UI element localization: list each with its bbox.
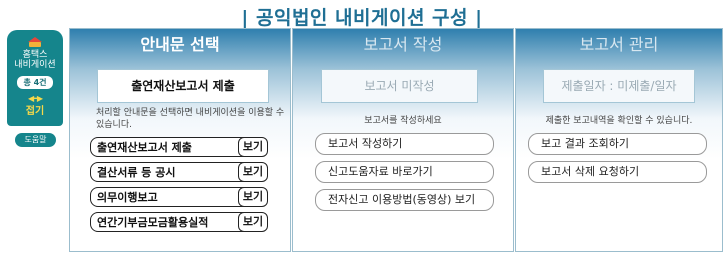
view-button[interactable]: 보기: [238, 162, 268, 182]
hometax-logo-icon: [28, 37, 42, 47]
panel-header: 안내문 선택: [140, 35, 220, 54]
report-status: 보고서 미작성: [321, 69, 478, 103]
write-report-button[interactable]: 보고서 작성하기: [315, 133, 494, 155]
submission-date: 제출일자 : 미제출/일자: [543, 69, 695, 103]
report-manage-links: 보고 결과 조회하기 보고서 삭제 요청하기: [528, 133, 707, 189]
view-button[interactable]: 보기: [238, 137, 268, 157]
filing-help-link[interactable]: 신고도움자료 바로가기: [315, 161, 494, 183]
panel-description: 처리할 안내문을 선택하면 내비게이션을 이용할 수 있습니다.: [96, 108, 285, 130]
list-item[interactable]: 출연재산보고서 제출 보기: [90, 137, 268, 157]
view-button[interactable]: 보기: [238, 187, 268, 207]
notice-list: 출연재산보고서 제출 보기 결산서류 등 공시 보기 의무이행보고 보기 연간기…: [90, 137, 268, 237]
navigation-widget[interactable]: 홈택스 내비게이션 총 4건 ◀━▶ 접기: [7, 30, 63, 126]
panel-header: 보고서 작성: [363, 35, 443, 54]
panel-description: 보고서를 작성하세요: [364, 116, 442, 126]
list-item[interactable]: 의무이행보고 보기: [90, 187, 268, 207]
report-write-links: 보고서 작성하기 신고도움자료 바로가기 전자신고 이용방법(동영상) 보기: [315, 133, 494, 217]
page-title: | 공익법인 내비게이션 구성 |: [241, 7, 483, 29]
selected-notice[interactable]: 출연재산보고서 제출: [97, 69, 269, 103]
panel-description: 제출한 보고내역을 확인할 수 있습니다.: [545, 116, 693, 126]
view-result-button[interactable]: 보고 결과 조회하기: [528, 133, 707, 155]
nav-title: 홈택스 내비게이션: [14, 50, 56, 70]
video-guide-link[interactable]: 전자신고 이용방법(동영상) 보기: [315, 189, 494, 211]
delete-request-button[interactable]: 보고서 삭제 요청하기: [528, 161, 707, 183]
view-button[interactable]: 보기: [238, 212, 268, 232]
panel-notice-select: 안내문 선택 출연재산보고서 제출 처리할 안내문을 선택하면 내비게이션을 이…: [69, 28, 291, 252]
fold-button[interactable]: 접기: [7, 102, 63, 117]
list-item[interactable]: 결산서류 등 공시 보기: [90, 162, 268, 182]
list-item[interactable]: 연간기부금모금활용실적 보기: [90, 212, 268, 232]
help-button[interactable]: 도움말: [15, 133, 56, 147]
panel-header: 보고서 관리: [579, 35, 659, 54]
count-badge: 총 4건: [17, 76, 53, 89]
panel-report-manage: 보고서 관리 제출일자 : 미제출/일자 제출한 보고내역을 확인할 수 있습니…: [515, 28, 723, 252]
panel-report-write: 보고서 작성 보고서 미작성 보고서를 작성하세요 보고서 작성하기 신고도움자…: [292, 28, 514, 252]
